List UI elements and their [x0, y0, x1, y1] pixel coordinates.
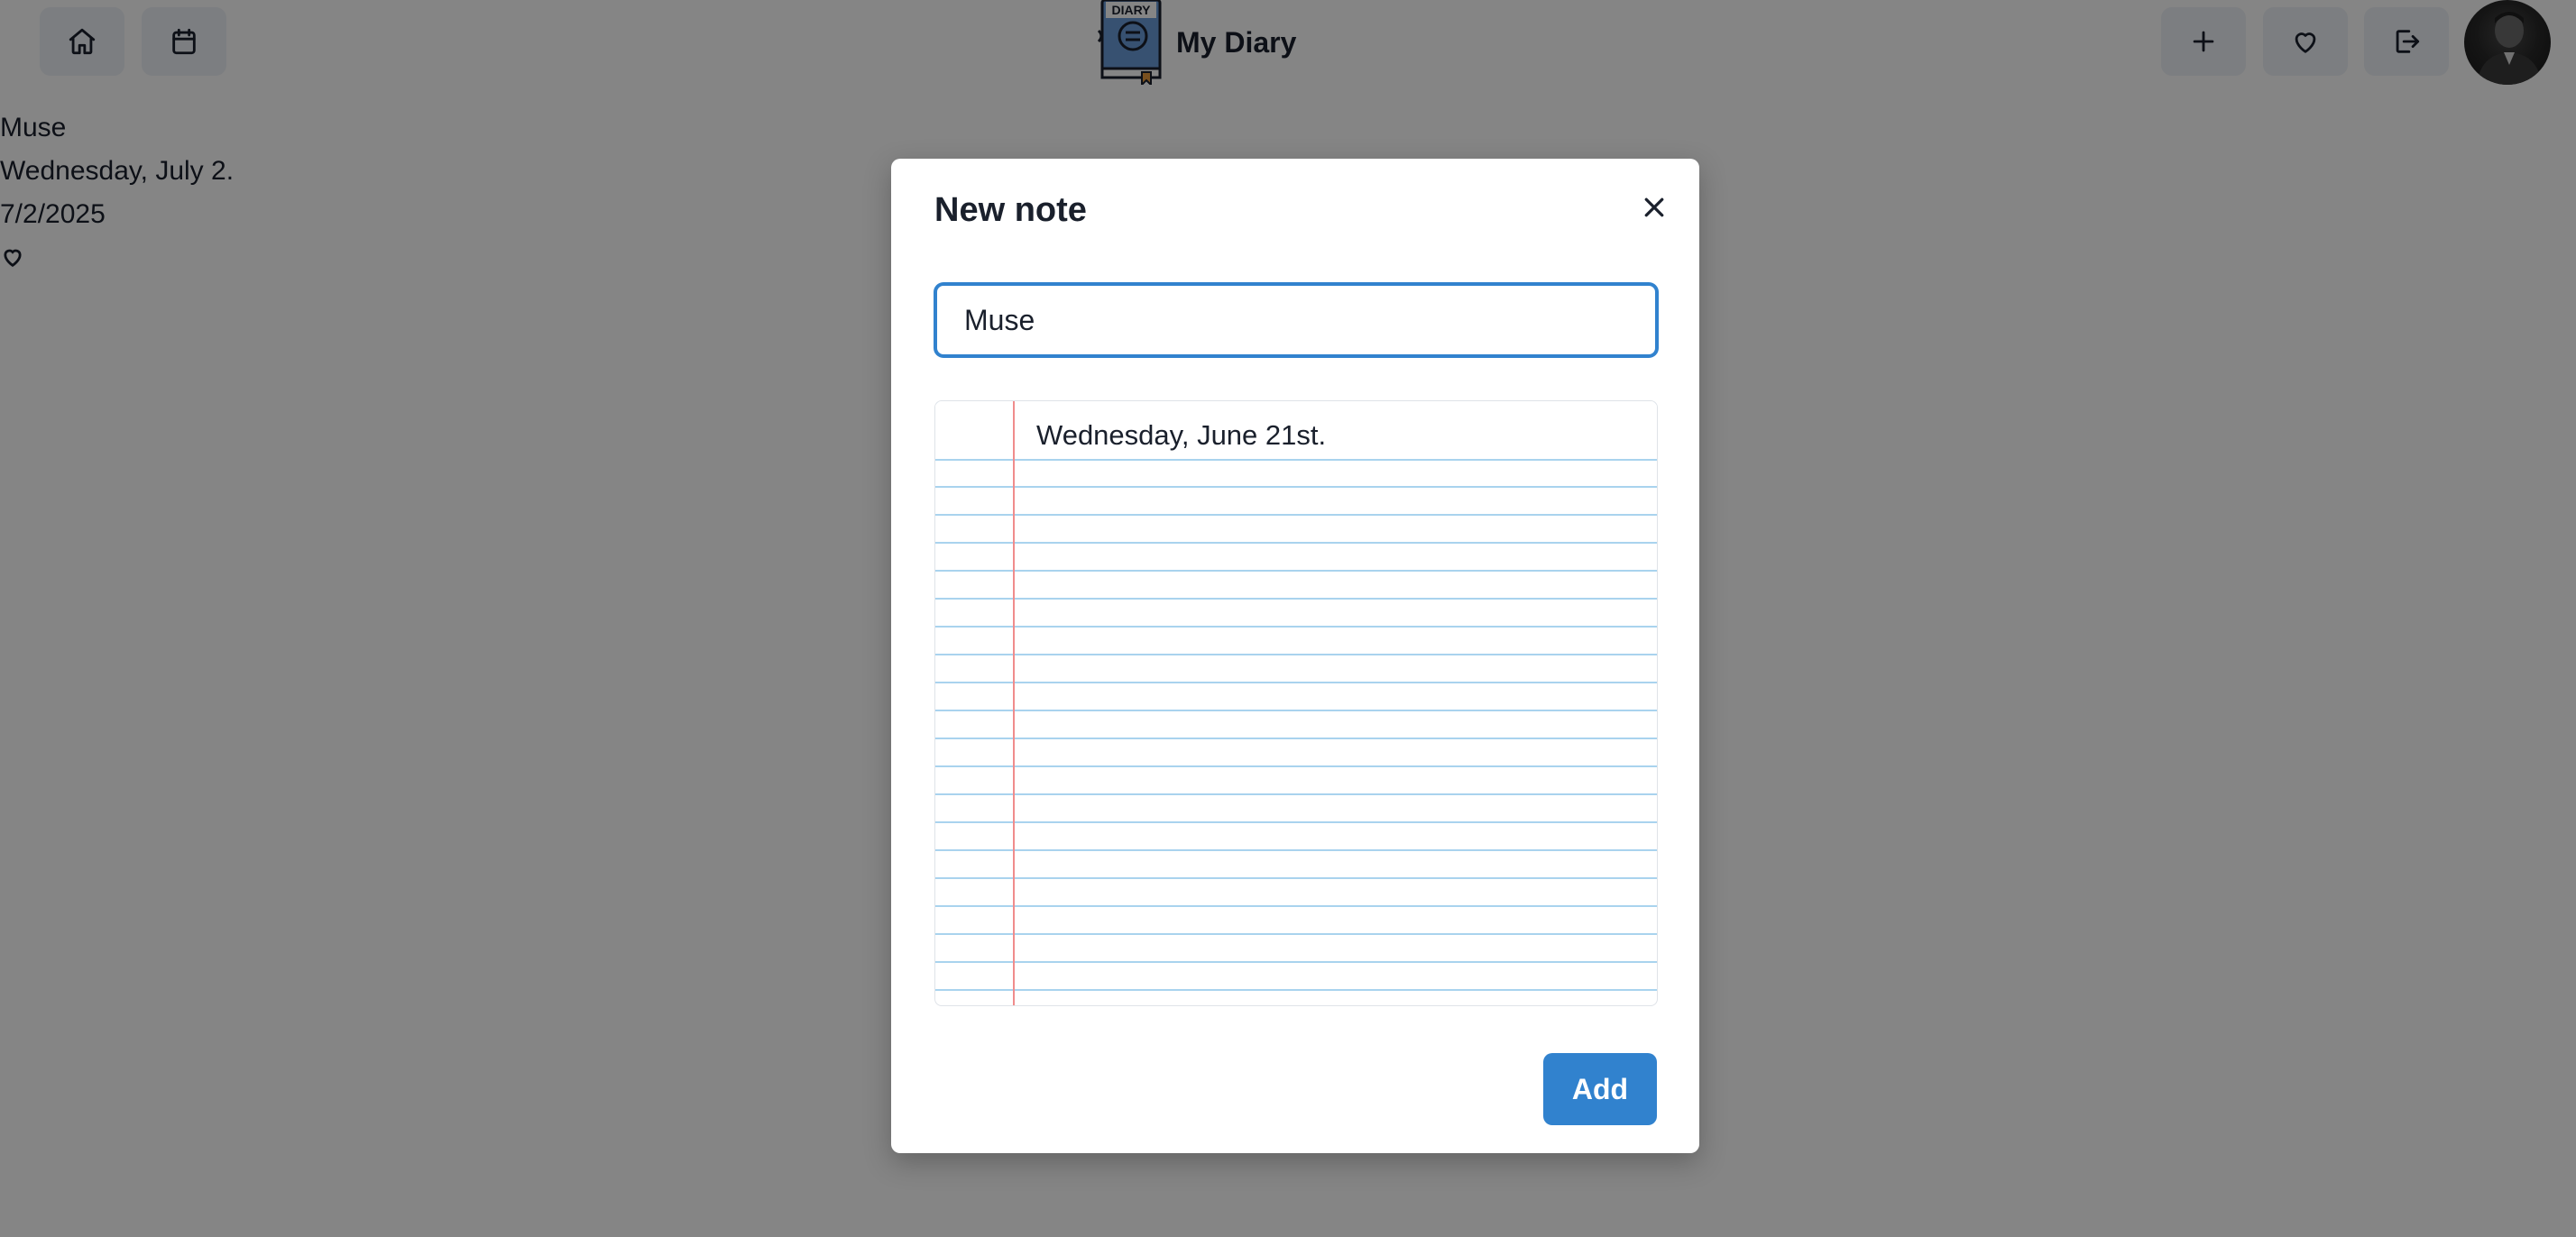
- note-title-input[interactable]: [934, 283, 1658, 357]
- diary-app: DIARY My Diary Muse Wednesday, July 2. 7…: [0, 0, 2576, 1237]
- close-button[interactable]: [1629, 182, 1679, 233]
- new-note-modal: New note Wednesday, June 21st. Add: [891, 159, 1699, 1153]
- note-body-text: Wednesday, June 21st.: [1036, 419, 1327, 451]
- close-icon: [1644, 197, 1664, 217]
- add-button[interactable]: Add: [1543, 1053, 1657, 1125]
- modal-title: New note: [934, 191, 1087, 229]
- note-body-textarea[interactable]: Wednesday, June 21st.: [934, 400, 1658, 1006]
- paper-margin-line: [1013, 401, 1015, 1005]
